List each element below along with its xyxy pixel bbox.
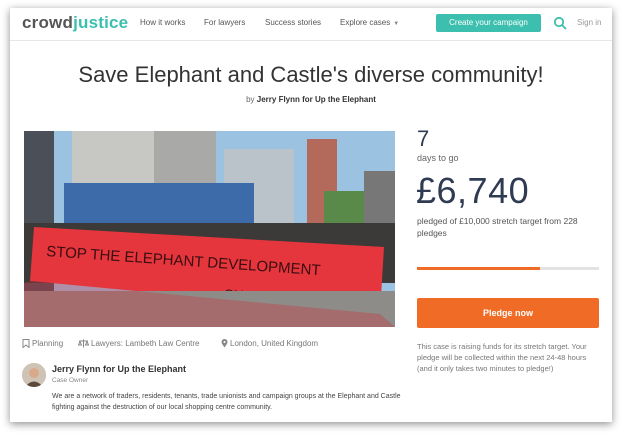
logo-part2: justice: [73, 13, 129, 32]
meta-category[interactable]: Planning: [22, 339, 64, 349]
top-navbar: crowdjustice How it works For lawyers Su…: [10, 8, 612, 41]
nav-explore-cases-label: Explore cases: [340, 18, 391, 27]
campaign-title: Save Elephant and Castle's diverse commu…: [78, 62, 544, 87]
owner-avatar[interactable]: [22, 363, 46, 387]
collection-note: This case is raising funds for its stret…: [417, 342, 587, 373]
owner-role: Case Owner: [52, 377, 89, 384]
create-campaign-button[interactable]: Create your campaign: [436, 14, 541, 32]
owner-name[interactable]: Jerry Flynn for Up the Elephant: [52, 364, 186, 374]
byline-name[interactable]: Jerry Flynn for Up the Elephant: [257, 95, 376, 104]
pledge-now-button[interactable]: Pledge now: [417, 298, 599, 328]
meta-location-label: London, United Kingdom: [230, 339, 319, 348]
location-pin-icon: [221, 339, 228, 348]
search-icon[interactable]: [553, 16, 567, 30]
bookmark-icon: [22, 339, 30, 349]
meta-category-label: Planning: [32, 339, 64, 348]
nav-success-stories[interactable]: Success stories: [265, 18, 321, 27]
protest-photo: STOP THE ELEPHANT DEVELOPMENT SHAME ON D…: [24, 131, 395, 327]
pledge-summary: pledged of £10,000 stretch target from 2…: [417, 216, 578, 238]
days-label: days to go: [417, 153, 459, 163]
meta-location: London, United Kingdom: [221, 339, 318, 348]
nav-for-lawyers[interactable]: For lawyers: [204, 18, 245, 27]
meta-lawyers-label: Lawyers: Lambeth Law Centre: [91, 339, 200, 348]
campaign-byline: by Jerry Flynn for Up the Elephant: [10, 95, 612, 104]
campaign-hero-image: STOP THE ELEPHANT DEVELOPMENT SHAME ON D…: [24, 131, 395, 327]
sign-in-link[interactable]: Sign in: [577, 18, 601, 27]
browser-frame: crowdjustice How it works For lawyers Su…: [10, 8, 612, 422]
nav-explore-cases[interactable]: Explore cases ▼: [340, 18, 399, 27]
scales-icon: [77, 339, 90, 348]
amount-raised: £6,740: [416, 170, 530, 211]
nav-how-it-works[interactable]: How it works: [140, 18, 185, 27]
avatar-photo: [22, 363, 46, 387]
logo-part1: crowd: [22, 13, 74, 32]
chevron-down-icon: ▼: [393, 21, 400, 27]
days-remaining: 7: [417, 126, 430, 151]
funding-progress-bar: [417, 267, 599, 270]
byline-prefix: by: [246, 95, 255, 104]
campaign-description: We are a network of traders, residents, …: [52, 393, 401, 411]
meta-lawyers[interactable]: Lawyers: Lambeth Law Centre: [77, 339, 200, 348]
funding-progress-fill: [417, 267, 540, 270]
crowdjustice-logo[interactable]: crowdjustice: [22, 13, 128, 33]
